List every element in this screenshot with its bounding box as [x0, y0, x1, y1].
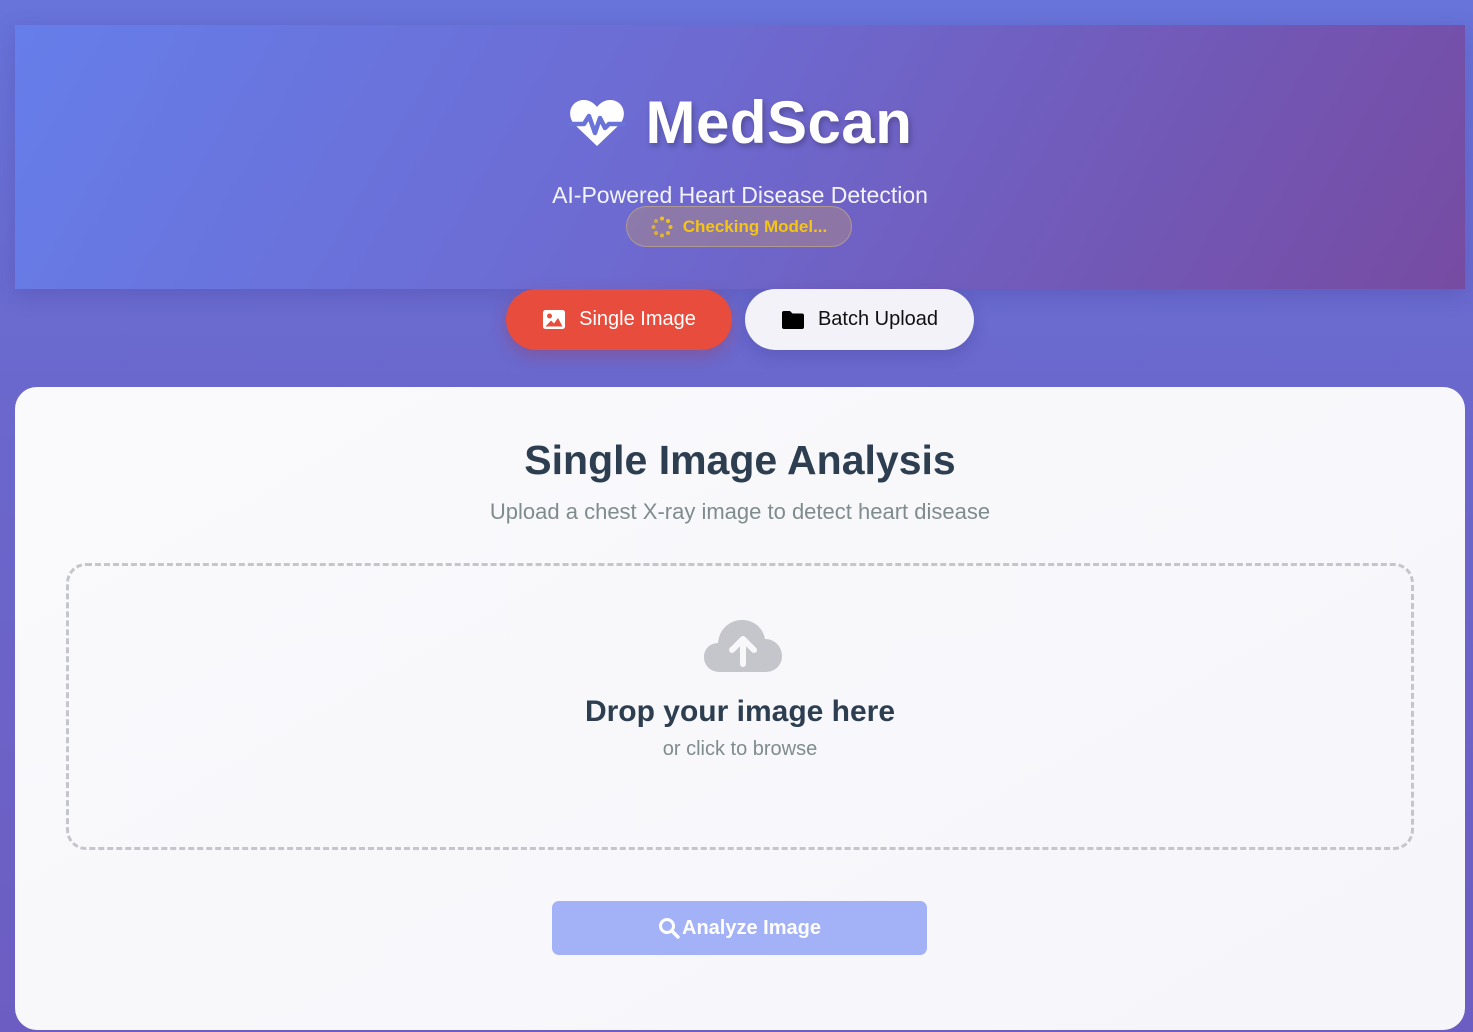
analyze-image-label: Analyze Image	[682, 916, 821, 939]
app-header: MedScan AI-Powered Heart Disease Detecti…	[15, 25, 1465, 289]
tab-single-image-label: Single Image	[579, 308, 696, 330]
folder-icon	[781, 310, 804, 329]
brand: MedScan	[15, 87, 1465, 159]
tab-batch-upload[interactable]: Batch Upload	[745, 289, 974, 350]
tab-single-image[interactable]: Single Image	[506, 289, 732, 350]
image-dropzone[interactable]: Drop your image here or click to browse	[66, 563, 1414, 850]
spinner-icon	[651, 216, 673, 237]
single-image-panel: Single Image Analysis Upload a chest X-r…	[15, 387, 1465, 1030]
app-subtitle: AI-Powered Heart Disease Detection	[552, 182, 928, 208]
panel-subtitle: Upload a chest X-ray image to detect hea…	[489, 499, 991, 524]
model-status-text: Checking Model...	[682, 216, 828, 236]
panel-title: Single Image Analysis	[524, 437, 956, 483]
dropzone-title: Drop your image here	[584, 695, 896, 728]
analyze-image-button[interactable]: Analyze Image	[552, 901, 927, 955]
dropzone-subtitle: or click to browse	[662, 738, 818, 760]
heartbeat-icon	[567, 99, 626, 146]
app-title: MedScan	[645, 89, 913, 156]
search-icon	[659, 918, 680, 939]
model-status-badge: Checking Model...	[626, 206, 852, 247]
tab-batch-upload-label: Batch Upload	[817, 308, 939, 330]
image-icon	[543, 310, 566, 329]
cloud-upload-icon	[704, 620, 782, 672]
